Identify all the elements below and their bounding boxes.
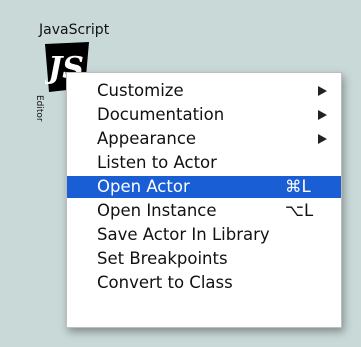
menu-item-customize[interactable]: Customize	[67, 80, 341, 102]
menu-item-documentation[interactable]: Documentation	[67, 104, 341, 126]
menu-item-appearance[interactable]: Appearance	[67, 128, 341, 150]
context-menu: Customize Documentation Appearance Liste…	[66, 72, 342, 328]
menu-item-label: Convert to Class	[97, 273, 233, 292]
menu-item-convert-to-class[interactable]: Convert to Class	[67, 272, 341, 294]
menu-item-label: Save Actor In Library	[97, 225, 270, 244]
submenu-arrow-icon	[318, 110, 327, 120]
submenu-arrow-icon	[318, 86, 327, 96]
menu-item-label: Appearance	[97, 129, 197, 148]
menu-item-set-breakpoints[interactable]: Set Breakpoints	[67, 248, 341, 270]
actor-subtitle: Editor	[34, 95, 44, 122]
menu-item-shortcut: ⌥L	[285, 201, 314, 220]
menu-item-label: Documentation	[97, 105, 225, 124]
actor-title: JavaScript	[39, 22, 110, 38]
menu-item-label: Customize	[97, 81, 184, 100]
menu-item-label: Open Actor	[97, 177, 190, 196]
menu-item-listen-to-actor[interactable]: Listen to Actor	[67, 152, 341, 174]
menu-item-shortcut: ⌘L	[285, 177, 311, 196]
menu-item-open-actor[interactable]: Open Actor ⌘L	[67, 176, 341, 198]
submenu-arrow-icon	[318, 134, 327, 144]
menu-item-label: Listen to Actor	[97, 153, 217, 172]
menu-item-open-instance[interactable]: Open Instance ⌥L	[67, 200, 341, 222]
menu-item-save-actor-in-library[interactable]: Save Actor In Library	[67, 224, 341, 246]
menu-item-label: Open Instance	[97, 201, 217, 220]
menu-item-label: Set Breakpoints	[97, 249, 228, 268]
